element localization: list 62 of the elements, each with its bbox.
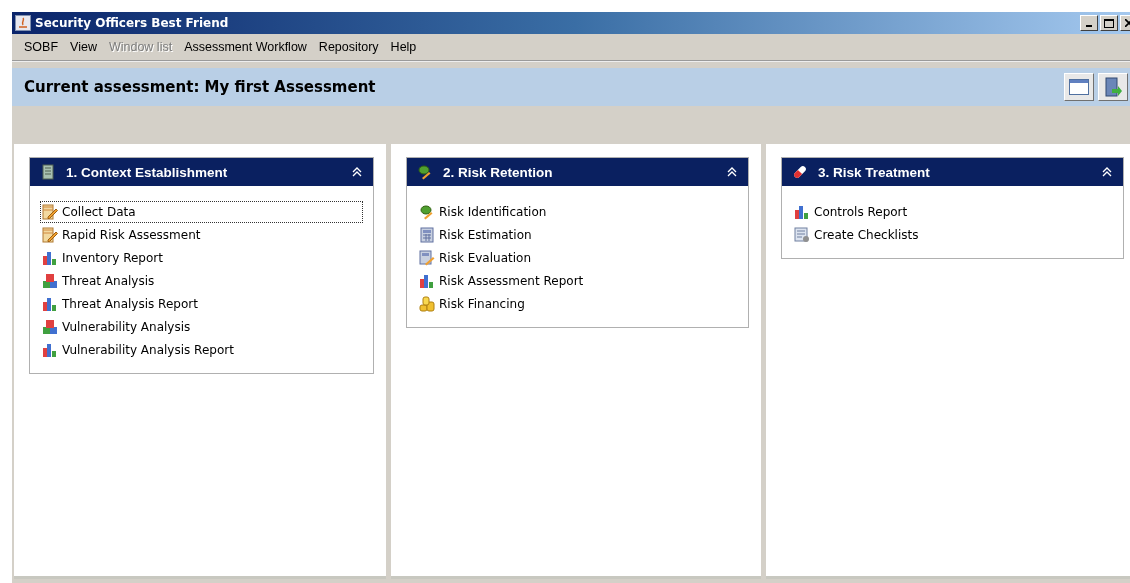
task-label: Risk Identification — [439, 205, 547, 219]
menu-item[interactable]: Repository — [312, 40, 385, 54]
cubes-icon — [42, 273, 58, 289]
window-title: Security Officers Best Friend — [35, 16, 229, 30]
menu-item[interactable]: Help — [384, 40, 423, 54]
task-item[interactable]: Threat Analysis — [40, 270, 363, 292]
task-label: Inventory Report — [62, 251, 163, 265]
collapse-icon[interactable] — [351, 166, 363, 178]
task-item[interactable]: Create Checklists — [792, 224, 1113, 246]
panel-title: 3. Risk Treatment — [818, 164, 930, 180]
checklist-icon — [794, 227, 810, 243]
task-item[interactable]: Risk Estimation — [417, 224, 738, 246]
task-item[interactable]: Risk Identification — [417, 201, 738, 223]
menu-item[interactable]: View — [64, 40, 103, 54]
calculator-pencil-icon — [419, 250, 435, 266]
task-item[interactable]: Controls Report — [792, 201, 1113, 223]
task-label: Threat Analysis Report — [62, 297, 198, 311]
calculator-icon — [419, 227, 435, 243]
task-label: Controls Report — [814, 205, 908, 219]
notepad-pencil-icon — [42, 204, 58, 220]
task-label: Risk Evaluation — [439, 251, 531, 265]
task-item[interactable]: Risk Financing — [417, 293, 738, 315]
task-label: Risk Estimation — [439, 228, 532, 242]
task-label: Risk Financing — [439, 297, 525, 311]
task-label: Rapid Risk Assessment — [62, 228, 201, 242]
maximize-button[interactable] — [1100, 15, 1118, 31]
coins-icon — [419, 296, 435, 312]
task-item[interactable]: Threat Analysis Report — [40, 293, 363, 315]
task-item[interactable]: Collect Data — [40, 201, 363, 223]
panel-title: 2. Risk Retention — [443, 164, 553, 180]
task-item[interactable]: Inventory Report — [40, 247, 363, 269]
panel-title: 1. Context Establishment — [66, 164, 228, 180]
menu-item[interactable]: SOBF — [18, 40, 65, 54]
window-icon — [1069, 79, 1089, 95]
notepad-pencil-icon — [42, 227, 58, 243]
task-item[interactable]: Risk Evaluation — [417, 247, 738, 269]
task-item[interactable]: Rapid Risk Assessment — [40, 224, 363, 246]
window-toolbar-button[interactable] — [1064, 73, 1094, 101]
bar-chart-icon — [42, 250, 58, 266]
task-label: Create Checklists — [814, 228, 919, 242]
bar-chart-icon — [419, 273, 435, 289]
bar-chart-icon — [794, 204, 810, 220]
collapse-icon[interactable] — [1101, 166, 1113, 178]
task-label: Collect Data — [62, 205, 136, 219]
exit-toolbar-button[interactable] — [1098, 73, 1128, 101]
bar-chart-icon — [42, 342, 58, 358]
door-arrow-icon — [1104, 77, 1122, 97]
task-label: Vulnerability Analysis Report — [62, 343, 234, 357]
task-item[interactable]: Vulnerability Analysis Report — [40, 339, 363, 361]
task-label: Threat Analysis — [62, 274, 155, 288]
minimize-button[interactable] — [1080, 15, 1098, 31]
app-icon — [15, 15, 31, 31]
menu-item[interactable]: Assessment Workflow — [178, 40, 313, 54]
task-label: Risk Assessment Report — [439, 274, 584, 288]
task-label: Vulnerability Analysis — [62, 320, 191, 334]
cubes-icon — [42, 319, 58, 335]
collapse-icon[interactable] — [726, 166, 738, 178]
assessment-title: Current assessment: My first Assessment — [24, 78, 376, 96]
maximize-icon — [1104, 18, 1114, 28]
bar-chart-icon — [42, 296, 58, 312]
task-item[interactable]: Risk Assessment Report — [417, 270, 738, 292]
task-item[interactable]: Vulnerability Analysis — [40, 316, 363, 338]
